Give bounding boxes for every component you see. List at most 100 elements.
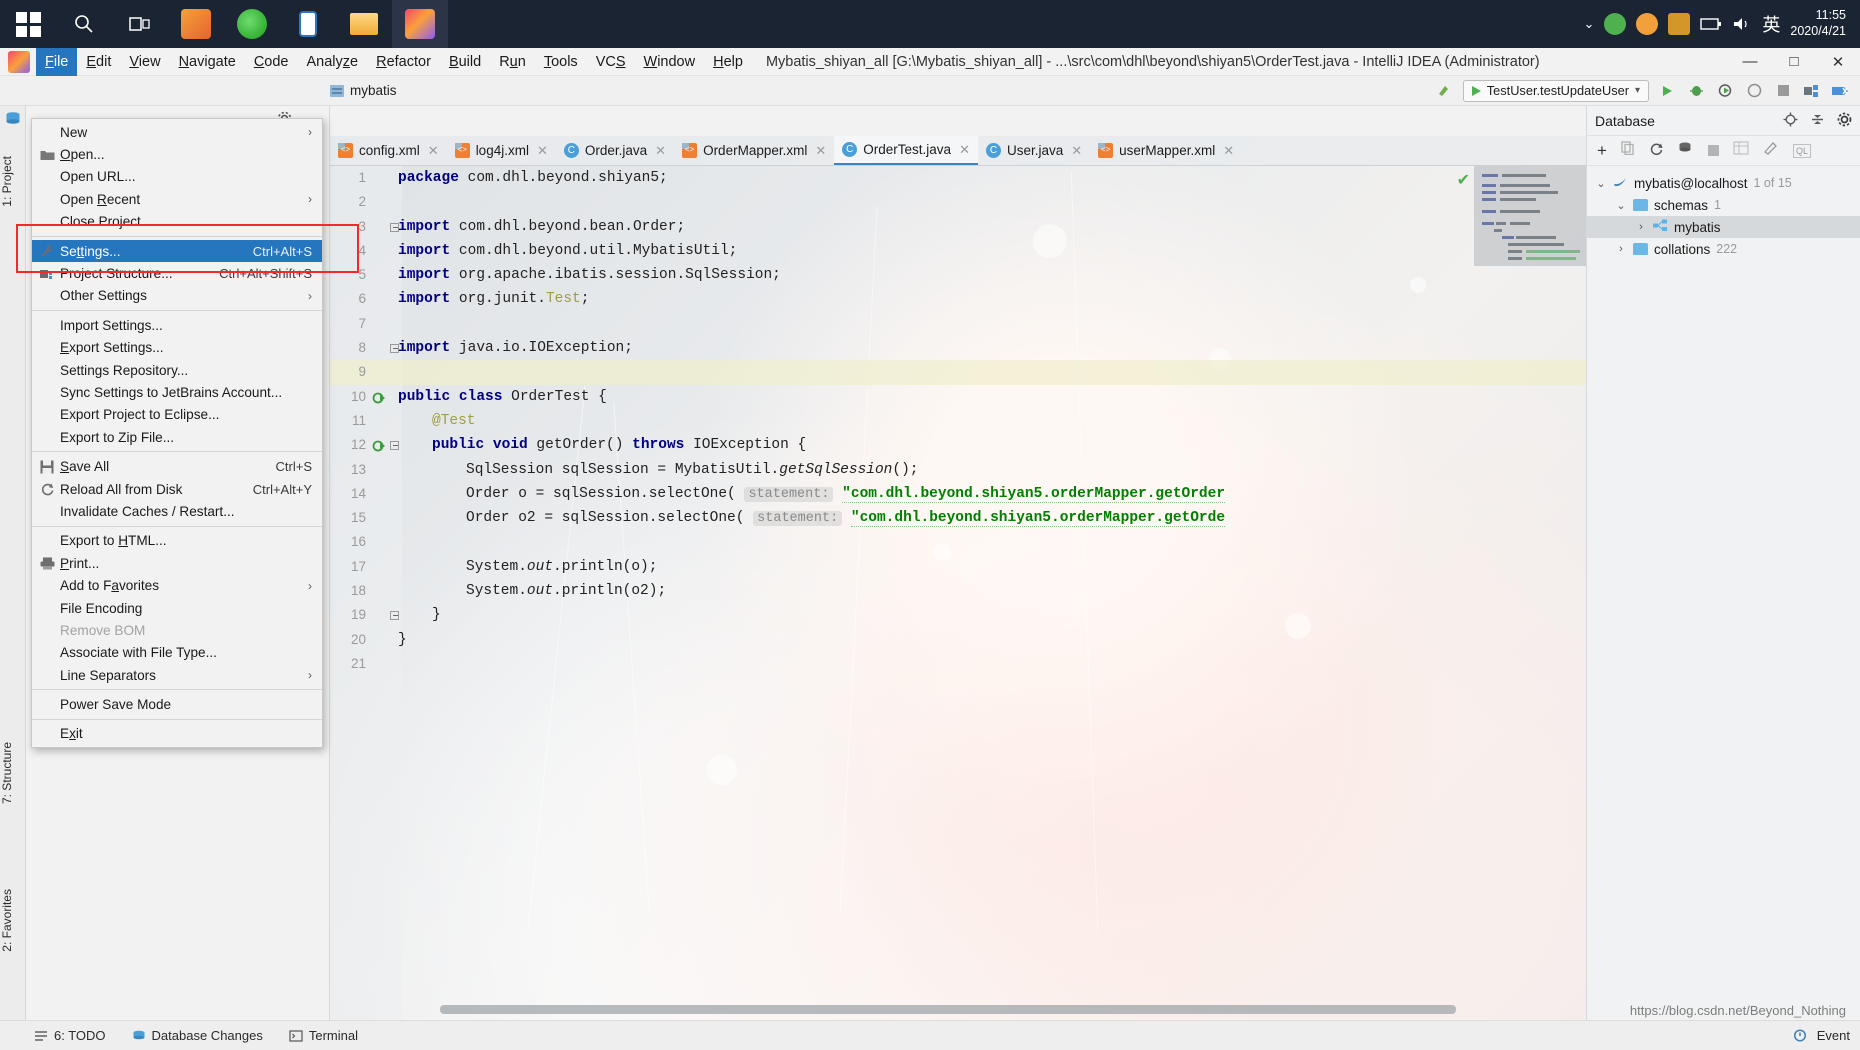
tray-icon-2[interactable]	[1636, 13, 1659, 35]
code-line[interactable]: 11 @Test	[330, 409, 1586, 433]
collapse-all-icon[interactable]	[1810, 112, 1825, 130]
code-line[interactable]: 21	[330, 652, 1586, 676]
horizontal-scrollbar[interactable]	[440, 1005, 1456, 1014]
breadcrumb[interactable]: mybatis	[330, 83, 397, 98]
code-line[interactable]: 8 import java.io.IOException;	[330, 336, 1586, 360]
file-menu-item-import-settings[interactable]: Import Settings...	[32, 314, 322, 336]
taskbar-search-button[interactable]	[56, 0, 112, 48]
run-with-coverage-button[interactable]	[1714, 80, 1736, 102]
file-menu-item-export-settings[interactable]: Export Settings...	[32, 337, 322, 359]
database-icon[interactable]	[4, 110, 22, 128]
editor-tab-ordermapper-xml[interactable]: OrderMapper.xml ✕	[674, 136, 834, 165]
event-log-icon[interactable]	[1793, 1029, 1807, 1042]
code-line[interactable]: 5 import org.apache.ibatis.session.SqlSes…	[330, 263, 1586, 287]
file-menu-item-export-project-to-eclipse[interactable]: Export Project to Eclipse...	[32, 404, 322, 426]
debug-button[interactable]	[1685, 80, 1707, 102]
taskbar-app-explorer[interactable]	[336, 0, 392, 48]
code-line[interactable]: 6 import org.junit.Test;	[330, 287, 1586, 311]
close-tab-icon[interactable]: ✕	[537, 143, 548, 159]
menu-edit[interactable]: Edit	[77, 48, 120, 76]
file-menu-item-invalidate-caches-restart[interactable]: Invalidate Caches / Restart...	[32, 500, 322, 522]
chevron-up-icon[interactable]: ⌄	[1583, 16, 1594, 32]
refresh-icon[interactable]	[1649, 141, 1664, 161]
file-menu-item-close-project[interactable]: Close Project	[32, 211, 322, 233]
build-project-icon[interactable]	[1434, 80, 1456, 102]
close-tab-icon[interactable]: ✕	[1071, 143, 1082, 159]
file-menu-item-exit[interactable]: Exit	[32, 723, 322, 745]
volume-icon[interactable]	[1732, 16, 1752, 32]
code-line[interactable]: 20}	[330, 628, 1586, 652]
file-menu-item-sync-settings-to-jetbrains-account[interactable]: Sync Settings to JetBrains Account...	[32, 381, 322, 403]
close-tab-icon[interactable]: ✕	[815, 143, 826, 159]
editor-tab-user-java[interactable]: User.java ✕	[978, 136, 1090, 165]
locate-icon[interactable]	[1783, 112, 1798, 130]
database-tree[interactable]: ⌄ mybatis@localhost 1 of 15 ⌄ schemas 1 › mybat…	[1587, 166, 1860, 260]
taskbar-app-paint[interactable]	[168, 0, 224, 48]
file-menu-item-export-to-html[interactable]: Export to HTML...	[32, 530, 322, 552]
code-line[interactable]: 10 public class OrderTest {	[330, 385, 1586, 409]
profile-button[interactable]	[1743, 80, 1765, 102]
status-item-terminal[interactable]: Terminal	[289, 1028, 358, 1043]
add-datasource-icon[interactable]: +	[1597, 142, 1607, 159]
chevron-down-icon[interactable]: ⌄	[1615, 199, 1627, 212]
code-minimap[interactable]	[1474, 166, 1586, 266]
editor-tab-ordertest-java[interactable]: OrderTest.java ✕	[834, 136, 978, 165]
menu-help[interactable]: Help	[704, 48, 752, 76]
close-button[interactable]: ✕	[1816, 53, 1860, 71]
db-tree-node[interactable]: ⌄ schemas 1	[1587, 194, 1860, 216]
file-menu-item-other-settings[interactable]: Other Settings ›	[32, 285, 322, 307]
code-line[interactable]: 17 System.out.println(o);	[330, 555, 1586, 579]
run-gutter-icon[interactable]	[372, 438, 386, 452]
close-tab-icon[interactable]: ✕	[428, 143, 439, 159]
chevron-right-icon[interactable]: ›	[1615, 243, 1627, 255]
file-menu-item-save-all[interactable]: Save All Ctrl+S	[32, 455, 322, 477]
chevron-right-icon[interactable]: ›	[1635, 221, 1647, 233]
code-line[interactable]: 9	[330, 360, 1586, 385]
status-item-todo[interactable]: 6: TODO	[34, 1028, 106, 1043]
battery-icon[interactable]	[1700, 16, 1722, 32]
stop-button[interactable]	[1772, 80, 1794, 102]
taskbar-app-intellij[interactable]	[392, 0, 448, 48]
menu-navigate[interactable]: Navigate	[170, 48, 245, 76]
file-menu-item-project-structure[interactable]: Project Structure... Ctrl+Alt+Shift+S	[32, 262, 322, 284]
code-line[interactable]: 3 import com.dhl.beyond.bean.Order;	[330, 215, 1586, 239]
code-line[interactable]: 1 package com.dhl.beyond.shiyan5;	[330, 166, 1586, 190]
menu-analyze[interactable]: Analyze	[298, 48, 368, 76]
console-icon[interactable]: QL	[1792, 143, 1811, 158]
file-menu-item-export-to-zip-file[interactable]: Export to Zip File...	[32, 426, 322, 448]
duplicate-icon[interactable]	[1621, 141, 1635, 160]
tray-icon-1[interactable]	[1604, 13, 1627, 35]
menu-view[interactable]: View	[120, 48, 169, 76]
clock[interactable]: 11:55 2020/4/21	[1790, 8, 1850, 39]
close-tab-icon[interactable]: ✕	[1223, 143, 1234, 159]
edit-icon[interactable]	[1763, 141, 1779, 160]
run-button[interactable]	[1656, 80, 1678, 102]
event-log-label[interactable]: Event	[1817, 1028, 1850, 1043]
close-tab-icon[interactable]: ✕	[655, 143, 666, 159]
sidebar-item-structure[interactable]: 7: Structure	[0, 736, 26, 810]
menu-code[interactable]: Code	[245, 48, 298, 76]
editor-tab-log4j-xml[interactable]: log4j.xml ✕	[447, 136, 556, 165]
file-menu-item-new[interactable]: New ›	[32, 121, 322, 143]
editor-tab-usermapper-xml[interactable]: userMapper.xml ✕	[1090, 136, 1242, 165]
menu-run[interactable]: Run	[490, 48, 535, 76]
menu-build[interactable]: Build	[440, 48, 490, 76]
file-menu-item-print[interactable]: Print...	[32, 552, 322, 574]
taskbar-app-phone[interactable]	[280, 0, 336, 48]
table-icon[interactable]	[1733, 141, 1749, 160]
menu-tools[interactable]: Tools	[535, 48, 587, 76]
data-source-properties-icon[interactable]	[1678, 141, 1694, 161]
run-gutter-icon[interactable]	[372, 390, 386, 404]
status-item-database-changes[interactable]: Database Changes	[132, 1028, 263, 1043]
search-everywhere-button[interactable]	[1830, 80, 1852, 102]
editor-tab-order-java[interactable]: Order.java ✕	[556, 136, 674, 165]
code-line[interactable]: 14 Order o = sqlSession.selectOne( statem…	[330, 482, 1586, 506]
menu-file[interactable]: File	[36, 47, 78, 76]
file-menu-item-power-save-mode[interactable]: Power Save Mode	[32, 693, 322, 715]
code-line[interactable]: 15 Order o2 = sqlSession.selectOne( state…	[330, 506, 1586, 530]
run-configuration-selector[interactable]: TestUser.testUpdateUser ▾	[1462, 79, 1649, 102]
maximize-button[interactable]: □	[1772, 53, 1816, 70]
code-line[interactable]: 19}	[330, 603, 1586, 627]
code-line[interactable]: 18 System.out.println(o2);	[330, 579, 1586, 603]
tray-icon-3[interactable]	[1668, 13, 1691, 35]
